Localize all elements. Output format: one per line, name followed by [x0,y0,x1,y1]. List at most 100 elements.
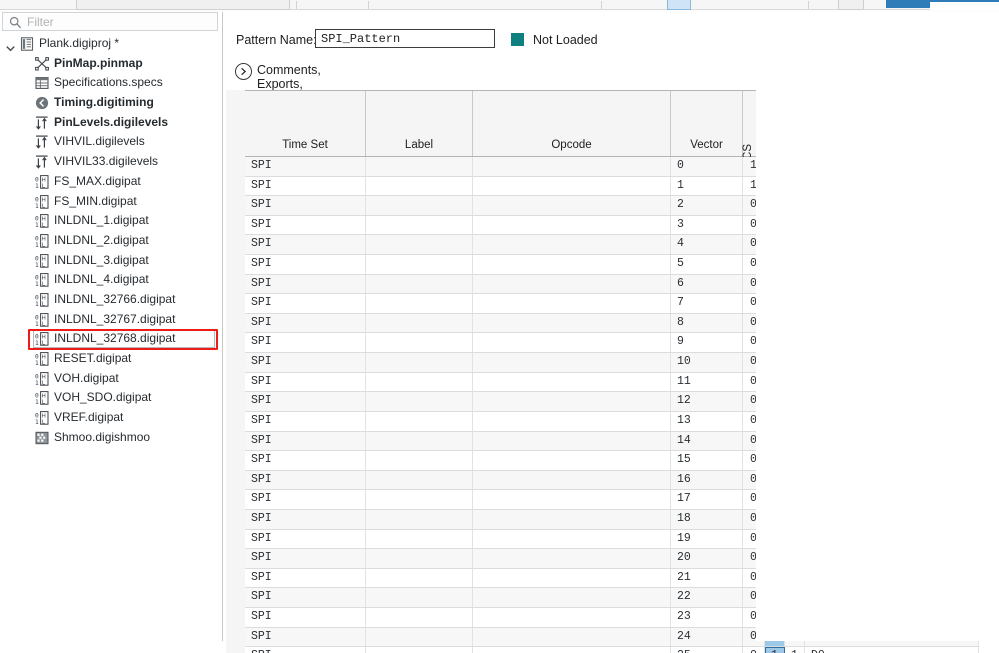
cell-opcode[interactable] [473,529,671,549]
cell-label[interactable] [366,274,473,294]
cell-label[interactable] [366,176,473,196]
column-header-time-set[interactable]: Time Set [245,91,366,156]
cell-label[interactable] [366,529,473,549]
cell-vector[interactable]: 7 [671,294,743,313]
cell-time-set[interactable]: SPI [245,627,366,647]
cell-opcode[interactable] [473,176,671,196]
tree-item-pinlevels-digilevels[interactable]: PinLevels.digilevels [0,113,221,133]
cell-vector[interactable]: 18 [671,509,743,529]
cell-time-set[interactable]: SPI [245,529,366,549]
table-row[interactable]: SPI25011D0 [245,647,979,653]
tree-item-pinmap-pinmap[interactable]: PinMap.pinmap [0,54,221,74]
cell-vector[interactable]: 12 [671,392,743,411]
cell-label[interactable] [366,353,473,372]
cell-time-set[interactable]: SPI [245,509,366,529]
cell-vector[interactable]: 14 [671,431,743,451]
cell-vector[interactable]: 3 [671,215,743,235]
tree-item-timing-digitiming[interactable]: Timing.digitiming [0,93,221,113]
cell-opcode[interactable] [473,274,671,294]
cell-vector[interactable]: 5 [671,255,743,274]
cell-vector[interactable]: 13 [671,411,743,431]
cell-sdio[interactable]: 1 [765,647,785,653]
cell-vector[interactable]: 23 [671,608,743,627]
cell-label[interactable] [366,451,473,470]
cell-time-set[interactable]: SPI [245,549,366,568]
tree-item-fs-max-digipat[interactable]: 0 1 H L FS_MAX.digipat [0,172,221,192]
cell-label[interactable] [366,588,473,607]
cell-opcode[interactable] [473,215,671,235]
tree-item-vref-digipat[interactable]: 0 1 H L VREF.digipat [0,408,221,428]
cell-time-set[interactable]: SPI [245,313,366,333]
cell-time-set[interactable]: SPI [245,451,366,470]
cell-time-set[interactable]: SPI [245,215,366,235]
tree-item-inldnl-1-digipat[interactable]: 0 1 H L INLDNL_1.digipat [0,211,221,231]
cell-vector[interactable]: 22 [671,588,743,607]
cell-label[interactable] [366,568,473,588]
tree-item-inldnl-3-digipat[interactable]: 0 1 H L INLDNL_3.digipat [0,251,221,271]
cell-label[interactable] [366,509,473,529]
cell-vector[interactable]: 1 [671,176,743,196]
cell-opcode[interactable] [473,294,671,313]
cell-time-set[interactable]: SPI [245,372,366,392]
cell-opcode[interactable] [473,196,671,215]
toolbar-button-group-a[interactable] [76,0,290,10]
tree-item-specifications-specs[interactable]: Specifications.specs [0,73,221,93]
tree-item-inldnl-32767-digipat[interactable]: 0 1 H L INLDNL_32767.digipat [0,310,221,330]
cell-opcode[interactable] [473,627,671,647]
cell-label[interactable] [366,235,473,255]
cell-label[interactable] [366,411,473,431]
column-header-opcode[interactable]: Opcode [473,91,671,156]
cell-opcode[interactable] [473,255,671,274]
cell-sclk[interactable]: 1 [785,647,805,653]
cell-vector[interactable]: 8 [671,313,743,333]
pattern-name-input[interactable]: SPI_Pattern [315,29,495,48]
cell-time-set[interactable]: SPI [245,196,366,215]
cell-opcode[interactable] [473,490,671,509]
cell-vector[interactable]: 6 [671,274,743,294]
cell-label[interactable] [366,608,473,627]
cell-time-set[interactable]: SPI [245,255,366,274]
toolbar-active-tab[interactable] [886,0,930,8]
tree-item-inldnl-2-digipat[interactable]: 0 1 H L INLDNL_2.digipat [0,231,221,251]
cell-opcode[interactable] [473,313,671,333]
cell-vector[interactable]: 24 [671,627,743,647]
tree-item-reset-digipat[interactable]: 0 1 H L RESET.digipat [0,349,221,369]
cell-vector[interactable]: 25 [671,647,743,653]
cell-opcode[interactable] [473,372,671,392]
filter-input[interactable]: Filter [2,12,218,31]
cell-label[interactable] [366,627,473,647]
cell-opcode[interactable] [473,411,671,431]
cell-label[interactable] [366,294,473,313]
cell-opcode[interactable] [473,392,671,411]
cell-vector[interactable]: 21 [671,568,743,588]
cell-label[interactable] [366,490,473,509]
cell-vector[interactable]: 11 [671,372,743,392]
cell-opcode[interactable] [473,568,671,588]
cell-opcode[interactable] [473,608,671,627]
cell-label[interactable] [366,431,473,451]
cell-vector[interactable]: 9 [671,333,743,353]
cell-opcode[interactable] [473,333,671,353]
cell-vector[interactable]: 15 [671,451,743,470]
cell-time-set[interactable]: SPI [245,470,366,490]
cell-time-set[interactable]: SPI [245,333,366,353]
cell-label[interactable] [366,215,473,235]
cell-opcode[interactable] [473,157,671,176]
cell-opcode[interactable] [473,353,671,372]
cell-time-set[interactable]: SPI [245,588,366,607]
expand-twisty-icon[interactable] [6,40,15,52]
cell-time-set[interactable]: SPI [245,176,366,196]
cell-opcode[interactable] [473,235,671,255]
tree-item-shmoo-digishmoo[interactable]: Shmoo.digishmoo [0,428,221,448]
cell-time-set[interactable]: SPI [245,411,366,431]
cell-label[interactable] [366,392,473,411]
cell-label[interactable] [366,313,473,333]
cell-cs[interactable]: 0 [743,647,765,653]
cell-time-set[interactable]: SPI [245,608,366,627]
tree-item-fs-min-digipat[interactable]: 0 1 H L FS_MIN.digipat [0,192,221,212]
column-header-vector[interactable]: Vector [671,91,743,156]
cell-vector[interactable]: 17 [671,490,743,509]
cell-time-set[interactable]: SPI [245,490,366,509]
cell-opcode[interactable] [473,509,671,529]
tree-item-inldnl-4-digipat[interactable]: 0 1 H L INLDNL_4.digipat [0,270,221,290]
